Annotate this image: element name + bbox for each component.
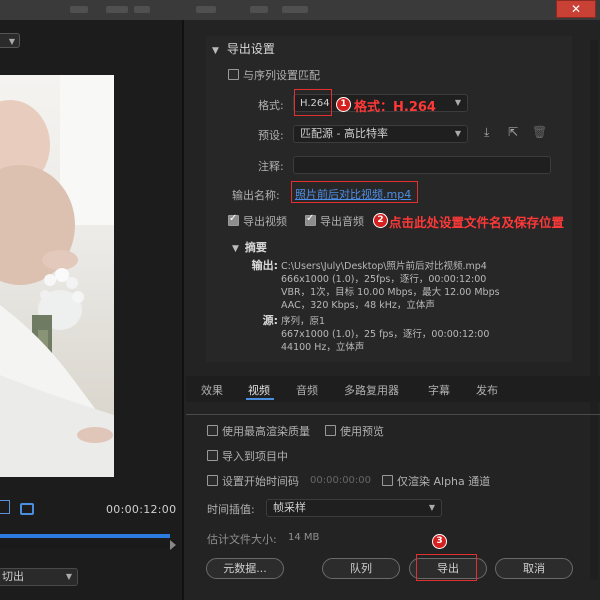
summary-output-line: 666x1000 (1.0)，25fps，逐行，00:00:12:00	[281, 274, 487, 285]
delete-preset-icon[interactable]: 🗑	[532, 125, 547, 139]
menu-placeholder	[106, 6, 128, 13]
annotation-number-2: 2	[373, 213, 388, 228]
estimated-size-label: 估计文件大小:	[207, 533, 277, 546]
export-audio-label: 导出音频	[320, 215, 364, 228]
timeline-track[interactable]	[0, 540, 176, 548]
match-sequence-checkbox[interactable]	[228, 69, 239, 80]
menu-placeholder	[70, 6, 88, 13]
format-highlight	[294, 89, 332, 116]
menu-placeholder	[134, 6, 150, 13]
render-alpha-only-checkbox[interactable]	[382, 475, 393, 486]
render-alpha-only-label: 仅渲染 Alpha 通道	[397, 475, 491, 488]
preset-dropdown[interactable]: 匹配源 - 高比特率 ▼	[293, 125, 468, 143]
chevron-down-icon: ▼	[454, 129, 461, 138]
preview-image	[0, 75, 114, 477]
annotation-text-1: 格式：H.264	[354, 100, 436, 115]
tab-multiplexer[interactable]: 多路复用器	[344, 382, 399, 398]
max-render-quality-checkbox[interactable]	[207, 425, 218, 436]
menu-placeholder	[250, 6, 268, 13]
match-sequence-label: 与序列设置匹配	[243, 69, 320, 82]
tab-audio[interactable]: 音频	[296, 382, 318, 398]
menu-placeholder	[282, 6, 308, 13]
preset-value: 匹配源 - 高比特率	[300, 127, 388, 140]
section-title: 导出设置	[226, 42, 275, 56]
comments-label: 注释:	[258, 160, 284, 173]
set-start-timecode-checkbox[interactable]	[207, 475, 218, 486]
export-video-label: 导出视频	[243, 215, 287, 228]
annotation-number-1: 1	[336, 97, 351, 112]
output-name-highlight	[291, 181, 418, 203]
fit-frame-icon[interactable]	[20, 503, 34, 515]
summary-title: 摘要	[244, 241, 267, 254]
output-name-label: 输出名称:	[232, 189, 280, 202]
divider	[186, 414, 600, 415]
use-previews-checkbox[interactable]	[325, 425, 336, 436]
summary-output-key: 输出:	[251, 259, 278, 272]
import-into-project-checkbox[interactable]	[207, 450, 218, 461]
summary-output-line: AAC，320 Kbps，48 kHz，立体声	[281, 300, 435, 311]
menu-placeholder	[196, 6, 216, 13]
chevron-down-icon: ▼	[454, 98, 461, 107]
in-point-icon[interactable]	[0, 500, 10, 514]
chevron-down-icon: ▼	[65, 572, 72, 581]
summary-output-line: C:\Users\July\Desktop\照片前后对比视频.mp4	[281, 261, 487, 272]
chevron-down-icon: ▼	[8, 37, 15, 46]
export-settings-header[interactable]: ▼ 导出设置	[212, 40, 275, 57]
tab-captions[interactable]: 字幕	[428, 382, 450, 398]
time-interpolation-label: 时间插值:	[207, 503, 255, 516]
tab-video[interactable]: 视频	[248, 382, 270, 398]
estimated-size-value: 14 MB	[288, 532, 320, 543]
close-icon: ✕	[570, 2, 582, 16]
comments-input[interactable]	[293, 156, 551, 174]
summary-output-line: VBR，1次，目标 10.00 Mbps，最大 12.00 Mbps	[281, 287, 500, 298]
tab-effects[interactable]: 效果	[201, 382, 223, 398]
preview-timecode: 00:00:12:00	[106, 503, 177, 516]
scrollbar[interactable]	[590, 40, 598, 580]
max-render-quality-label: 使用最高渲染质量	[222, 425, 310, 438]
crop-mode-select[interactable]: 切出 ▼	[0, 568, 78, 586]
set-start-timecode-label: 设置开始时间码	[222, 475, 299, 488]
chevron-down-icon: ▼	[428, 503, 435, 512]
import-preset-icon[interactable]: ⇱	[508, 125, 518, 139]
active-tab-indicator	[246, 398, 274, 400]
window-close-button[interactable]: ✕	[556, 0, 596, 18]
summary-source-key: 源:	[262, 314, 278, 327]
queue-button[interactable]: 队列	[322, 558, 400, 579]
source-scaling-dropdown[interactable]: ▼	[0, 33, 20, 48]
cancel-button[interactable]: 取消	[495, 558, 573, 579]
import-into-project-label: 导入到项目中	[222, 450, 288, 463]
crop-mode-value: 切出	[2, 570, 24, 583]
start-timecode-value[interactable]: 00:00:00:00	[310, 475, 371, 486]
annotation-number-3: 3	[432, 534, 447, 549]
tab-publish[interactable]: 发布	[476, 382, 498, 398]
export-audio-checkbox[interactable]	[305, 213, 316, 226]
timeline-range-bar[interactable]	[0, 534, 170, 538]
time-interpolation-value: 帧采样	[273, 501, 306, 514]
save-preset-icon[interactable]: ⤓	[484, 125, 489, 140]
time-interpolation-dropdown[interactable]: 帧采样 ▼	[266, 499, 442, 517]
metadata-button[interactable]: 元数据...	[206, 558, 284, 579]
summary-source-line: 667x1000 (1.0)，25 fps，逐行，00:00:12:00	[281, 329, 490, 340]
summary-source-line: 44100 Hz，立体声	[281, 342, 365, 353]
summary-source-line: 序列，原1	[281, 316, 326, 327]
use-previews-label: 使用预览	[340, 425, 384, 438]
annotation-text-2: 点击此处设置文件名及保存位置	[389, 215, 565, 230]
preview-photo	[0, 75, 114, 477]
title-bar: ✕	[0, 0, 600, 20]
chevron-down-icon: ▼	[232, 244, 239, 254]
export-video-checkbox[interactable]	[228, 213, 239, 226]
preset-label: 预设:	[258, 129, 284, 142]
chevron-down-icon: ▼	[212, 46, 219, 56]
format-label: 格式:	[258, 99, 284, 112]
playhead-end-marker[interactable]	[170, 540, 176, 550]
summary-header[interactable]: ▼ 摘要	[232, 239, 267, 255]
export-highlight	[416, 554, 477, 581]
